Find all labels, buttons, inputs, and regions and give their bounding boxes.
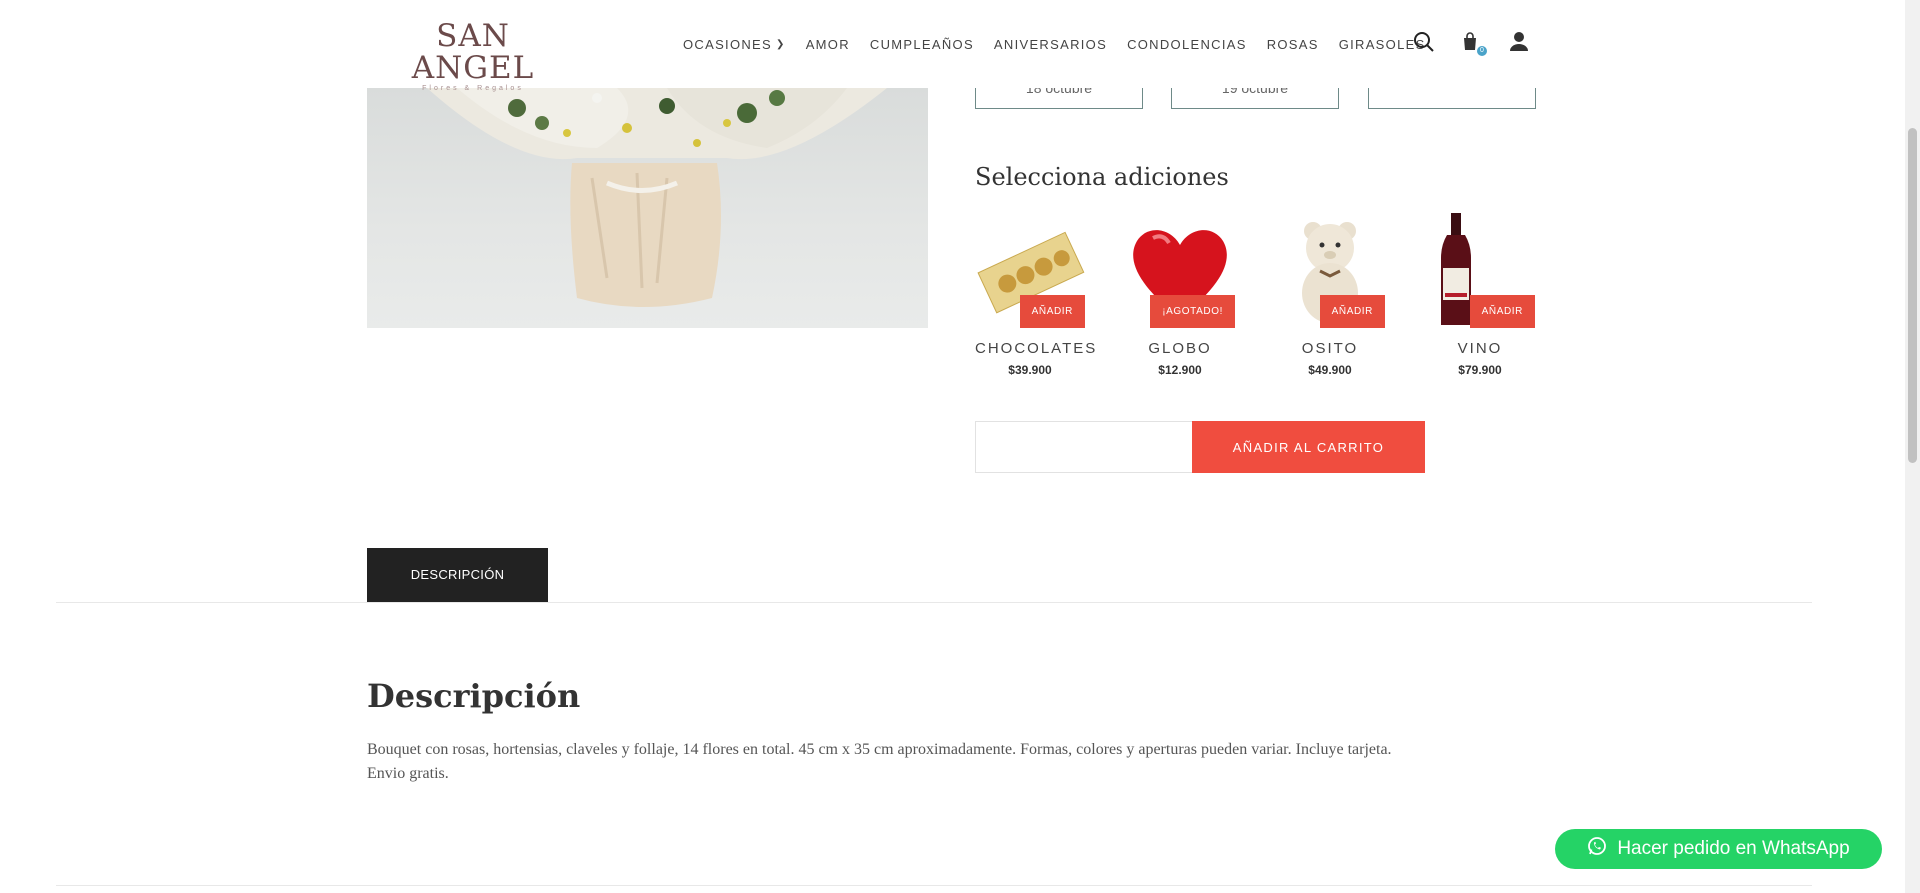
addon-card: ¡AGOTADO! GLOBO $12.900 [1125,213,1235,377]
nav-ocasiones[interactable]: OCASIONES ❯ [683,37,786,52]
user-icon[interactable] [1508,30,1532,54]
addon-price: $12.900 [1158,363,1202,377]
header-icons: 0 [1412,30,1532,56]
addon-card: AÑADIR VINO $79.900 [1425,213,1535,377]
site-header: SAN ANGEL Flores & Regalos OCASIONES ❯ AM… [0,0,1905,92]
addon-price: $39.900 [1008,363,1052,377]
chevron-down-icon: ❯ [776,39,786,50]
quantity-input[interactable] [975,421,1193,473]
logo-title: SAN ANGEL [411,18,535,86]
scrollbar-thumb[interactable] [1908,128,1917,463]
cart-icon[interactable]: 0 [1460,30,1487,56]
main-nav: OCASIONES ❯ AMOR CUMPLEAÑOS ANIVERSARIOS … [683,37,1446,52]
whatsapp-icon [1587,836,1607,862]
nav-rosas[interactable]: ROSAS [1267,37,1319,52]
whatsapp-label: Hacer pedido en WhatsApp [1617,838,1850,859]
nav-label: ANIVERSARIOS [993,37,1108,52]
cart-count-badge: 0 [1477,46,1487,56]
logo[interactable]: SAN ANGEL Flores & Regalos [388,20,558,92]
whatsapp-order-button[interactable]: Hacer pedido en WhatsApp [1555,829,1882,869]
addon-name: OSITO [1301,340,1359,357]
add-addon-button[interactable]: AÑADIR [1019,295,1085,328]
logo-subtitle: Flores & Regalos [422,85,524,92]
page-scrollbar[interactable] [1905,0,1920,893]
nav-aniversarios[interactable]: ANIVERSARIOS [994,37,1107,52]
description-text: Bouquet con rosas, hortensias, claveles … [367,738,1497,786]
bouquet-illustration [427,88,887,307]
nav-cumpleanos[interactable]: CUMPLEAÑOS [870,37,974,52]
nav-condolencias[interactable]: CONDOLENCIAS [1127,37,1247,52]
addon-price: $49.900 [1308,363,1352,377]
nav-label: CONDOLENCIAS [1127,37,1247,52]
nav-label: AMOR [805,37,850,52]
addon-image[interactable]: AÑADIR [1425,213,1535,328]
search-icon[interactable] [1412,30,1436,54]
description-line: Bouquet con rosas, hortensias, claveles … [367,741,1392,758]
nav-label: OCASIONES [683,37,772,52]
product-image[interactable] [367,88,928,328]
add-addon-button[interactable]: AÑADIR [1469,295,1535,328]
nav-label: ROSAS [1266,37,1319,52]
addon-card: AÑADIR CHOCOLATES $39.900 [975,213,1098,377]
addon-name: GLOBO [1148,340,1212,357]
nav-amor[interactable]: AMOR [806,37,850,52]
addon-card: AÑADIR OSITO $49.900 [1275,213,1385,377]
addon-image[interactable]: AÑADIR [975,213,1085,328]
sold-out-button[interactable]: ¡AGOTADO! [1150,295,1235,328]
addon-image[interactable]: AÑADIR [1275,213,1385,328]
addon-name: VINO [1457,340,1503,357]
addon-image[interactable]: ¡AGOTADO! [1125,213,1235,328]
addon-name: CHOCOLATES [975,340,1098,357]
addon-price: $79.900 [1458,363,1502,377]
nav-label: CUMPLEAÑOS [869,37,974,52]
add-to-cart-button[interactable]: AÑADIR AL CARRITO [1192,421,1425,473]
description-line: Envio gratis. [367,765,449,782]
description-title: Descripción [367,677,581,715]
tabs-divider [56,602,1812,603]
add-addon-button[interactable]: AÑADIR [1319,295,1385,328]
tab-description[interactable]: DESCRIPCIÓN [367,548,548,602]
section-divider [56,885,1812,886]
addons-title: Selecciona adiciones [975,163,1229,191]
